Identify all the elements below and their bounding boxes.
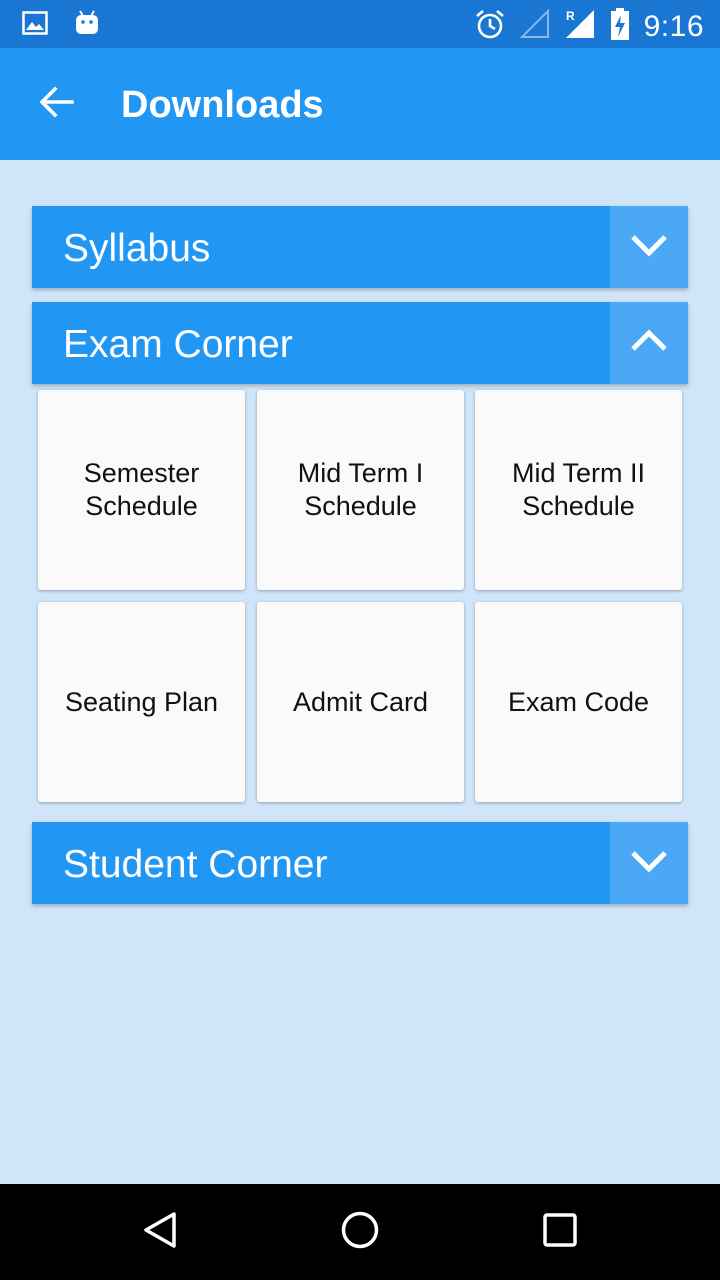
tile-seating-plan[interactable]: Seating Plan	[38, 602, 245, 802]
section-header-syllabus[interactable]: Syllabus	[32, 206, 688, 288]
section-title-syllabus: Syllabus	[63, 227, 211, 270]
section-toggle-syllabus[interactable]	[610, 206, 688, 288]
arrow-back-icon	[38, 85, 74, 123]
battery-charging-icon	[610, 7, 630, 46]
back-button[interactable]	[30, 78, 82, 130]
tile-mid-term-1-schedule[interactable]: Mid Term I Schedule	[257, 390, 464, 590]
home-circle-icon	[340, 1210, 380, 1255]
chevron-down-icon	[629, 848, 669, 879]
section-toggle-student-corner[interactable]	[610, 822, 688, 904]
nav-recents-button[interactable]	[536, 1208, 584, 1256]
status-time: 9:16	[643, 9, 704, 43]
tile-admit-card[interactable]: Admit Card	[257, 602, 464, 802]
back-triangle-icon	[140, 1210, 180, 1255]
tile-exam-code[interactable]: Exam Code	[475, 602, 682, 802]
chevron-up-icon	[629, 328, 669, 359]
system-nav-bar	[0, 1184, 720, 1280]
page-title: Downloads	[121, 84, 324, 126]
section-toggle-exam-corner[interactable]	[610, 302, 688, 384]
tile-mid-term-2-schedule[interactable]: Mid Term II Schedule	[475, 390, 682, 590]
chevron-down-icon	[629, 232, 669, 263]
section-header-student-corner[interactable]: Student Corner	[32, 822, 688, 904]
nav-back-button[interactable]	[136, 1208, 184, 1256]
section-title-exam-corner: Exam Corner	[63, 323, 293, 366]
recents-square-icon	[542, 1212, 578, 1253]
app-bar: Downloads	[0, 48, 720, 160]
status-bar: R 9:16	[0, 0, 720, 48]
section-title-student-corner: Student Corner	[63, 843, 328, 886]
android-icon	[74, 10, 100, 41]
svg-text:R: R	[566, 9, 575, 23]
tile-semester-schedule[interactable]: Semester Schedule	[38, 390, 245, 590]
signal-roaming-icon: R	[564, 8, 596, 45]
section-header-exam-corner[interactable]: Exam Corner	[32, 302, 688, 384]
signal-empty-icon	[519, 8, 550, 44]
nav-home-button[interactable]	[336, 1208, 384, 1256]
image-icon	[22, 11, 48, 40]
alarm-icon	[474, 8, 506, 45]
